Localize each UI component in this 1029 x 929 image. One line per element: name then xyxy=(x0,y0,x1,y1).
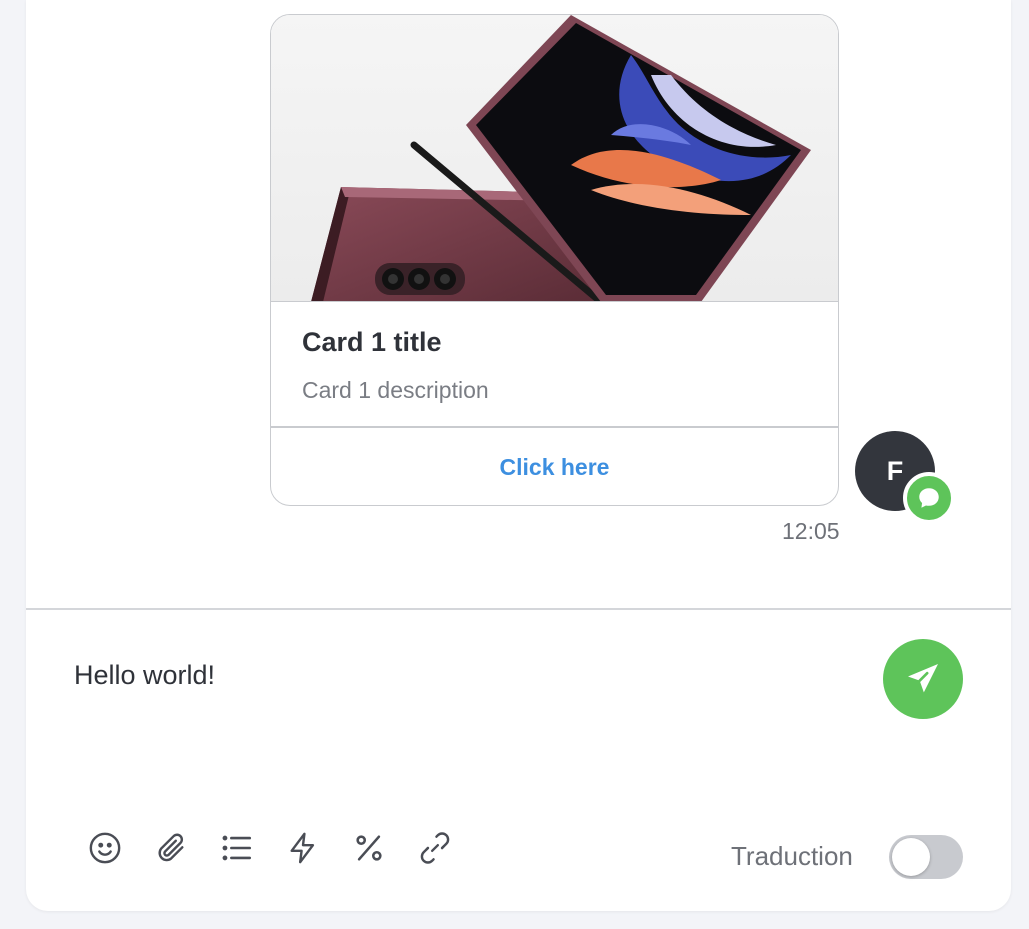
foldable-phone-image xyxy=(271,15,838,301)
lightning-icon[interactable] xyxy=(284,828,322,868)
card-action-button[interactable]: Click here xyxy=(271,428,838,505)
card-image xyxy=(271,15,838,302)
attachment-icon[interactable] xyxy=(152,828,190,868)
send-button[interactable] xyxy=(883,639,963,719)
chat-bubble-icon xyxy=(903,472,955,524)
card-description: Card 1 description xyxy=(302,377,489,403)
conversation-panel: Card 1 title Card 1 description Click he… xyxy=(26,0,1011,911)
emoji-icon[interactable] xyxy=(86,828,124,868)
translation-toggle[interactable] xyxy=(889,835,963,879)
message-timestamp: 12:05 xyxy=(782,518,840,544)
translation-label: Traduction xyxy=(731,841,853,871)
link-icon[interactable] xyxy=(416,828,454,868)
message-input[interactable]: Hello world! xyxy=(74,660,854,780)
composer-toolbar xyxy=(86,826,454,870)
card-title: Card 1 title xyxy=(302,327,442,357)
product-card: Card 1 title Card 1 description Click he… xyxy=(270,14,839,506)
percent-icon[interactable] xyxy=(350,828,388,868)
list-icon[interactable] xyxy=(218,828,256,868)
toggle-knob xyxy=(892,838,930,876)
paper-plane-icon xyxy=(908,664,938,693)
composer-divider xyxy=(26,608,1011,610)
